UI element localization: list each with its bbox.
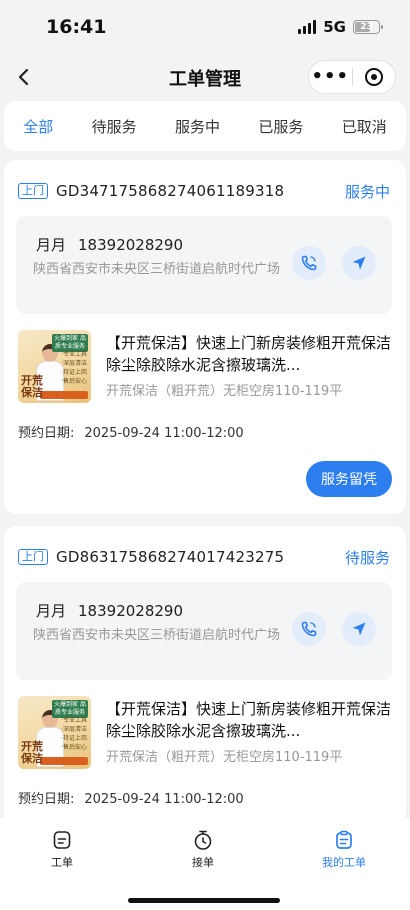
tabbar-label: 接单 (192, 856, 214, 869)
product-row[interactable]: 火爆到家 品质专业服务 ·专业工具 ·深层清洁 ·持证上岗 ·售后安心 开荒 保洁 【… (18, 330, 392, 406)
product-spec: 开荒保洁（粗开荒）无柜空房110-119平 (106, 750, 343, 765)
tab-in-service[interactable]: 服务中 (169, 116, 226, 137)
network-label: 5G (323, 18, 346, 36)
status-indicators: 5G 23 (298, 18, 383, 36)
stopwatch-icon (163, 828, 243, 852)
customer-info: 月月 18392028290 陕西省西安市未央区三桥街道启航时代广场 (16, 216, 392, 314)
tab-all[interactable]: 全部 (17, 116, 59, 137)
product-title: 【开荒保洁】快速上门新房装修粗开荒保洁除尘除胶除水泥含擦玻璃洗... (106, 334, 392, 374)
product-thumbnail: 火爆到家 品质专业服务 ·专业工具 ·深层清洁 ·持证上岗 ·售后安心 开荒 保洁 (18, 696, 91, 769)
battery-level: 23 (360, 22, 373, 32)
order-header: 上门 GD347175868274061189318 服务中 (18, 180, 390, 202)
mini-program-capsule: ••• (308, 60, 396, 94)
product-title: 【开荒保洁】快速上门新房装修粗开荒保洁除尘除胶除水泥含擦玻璃洗... (106, 700, 392, 740)
order-card[interactable]: 上门 GD863175868274017423275 待服务 月月 1839202… (4, 526, 406, 826)
home-indicator[interactable] (128, 898, 280, 903)
nav-bar: 工单管理 ••• (0, 54, 410, 100)
contact-name: 月月 (36, 602, 67, 620)
thumbnail-ribbon (40, 757, 88, 765)
tab-pending[interactable]: 待服务 (86, 116, 143, 137)
thumbnail-feature-list: ·专业工具 ·深层清洁 ·持证上岗 ·售后安心 (61, 351, 87, 385)
tab-cancelled[interactable]: 已取消 (336, 116, 393, 137)
tabbar-item-accept-orders[interactable]: 接单 (163, 828, 243, 870)
thumbnail-ribbon (40, 391, 88, 399)
order-status: 待服务 (344, 548, 390, 567)
contact-phone: 18392028290 (78, 602, 183, 620)
call-button[interactable] (292, 246, 326, 280)
order-card[interactable]: 上门 GD347175868274061189318 服务中 月月 1839202… (4, 160, 406, 514)
status-bar: 16:41 5G 23 (0, 0, 410, 54)
product-thumbnail: 火爆到家 品质专业服务 ·专业工具 ·深层清洁 ·持证上岗 ·售后安心 开荒 保洁 (18, 330, 91, 403)
navigate-button[interactable] (342, 612, 376, 646)
appointment-date: 预约日期: 2025-09-24 11:00-12:00 (18, 422, 244, 441)
order-header: 上门 GD863175868274017423275 待服务 (18, 546, 390, 568)
contact-phone: 18392028290 (78, 236, 183, 254)
navigation-arrow-icon (352, 622, 366, 636)
battery-icon: 23 (353, 20, 383, 34)
signal-icon (298, 20, 317, 34)
my-orders-icon (304, 828, 384, 852)
order-status: 服务中 (344, 182, 390, 201)
tab-served[interactable]: 已服务 (252, 116, 309, 137)
close-mini-program-button[interactable] (353, 68, 396, 86)
work-order-icon (22, 828, 102, 852)
service-address: 陕西省西安市未央区三桥街道启航时代广场 (33, 628, 281, 643)
contact-name: 月月 (36, 236, 67, 254)
more-options-button[interactable]: ••• (309, 67, 352, 87)
appointment-label: 预约日期: (18, 792, 75, 807)
tabbar-label: 工单 (51, 856, 73, 869)
tabbar-label: 我的工单 (322, 856, 366, 869)
status-time: 16:41 (46, 16, 107, 38)
status-tabs: 全部 待服务 服务中 已服务 已取消 (4, 101, 406, 151)
appointment-label: 预约日期: (18, 426, 75, 441)
order-number: GD863175868274017423275 (56, 548, 285, 566)
phone-icon (301, 621, 317, 637)
contact-line: 月月 18392028290 (36, 600, 183, 621)
tabbar-item-work-orders[interactable]: 工单 (22, 828, 102, 870)
order-number: GD347175868274061189318 (56, 182, 285, 200)
service-voucher-button[interactable]: 服务留凭 (306, 461, 392, 497)
thumbnail-title: 开荒 保洁 (21, 374, 43, 399)
service-type-badge: 上门 (18, 183, 48, 199)
thumbnail-title: 开荒 保洁 (21, 740, 43, 765)
service-address: 陕西省西安市未央区三桥街道启航时代广场 (33, 262, 281, 277)
service-type-badge: 上门 (18, 549, 48, 565)
product-spec: 开荒保洁（粗开荒）无柜空房110-119平 (106, 384, 343, 399)
tabbar-item-my-orders[interactable]: 我的工单 (304, 828, 384, 870)
contact-line: 月月 18392028290 (36, 234, 183, 255)
product-row[interactable]: 火爆到家 品质专业服务 ·专业工具 ·深层清洁 ·持证上岗 ·售后安心 开荒 保洁 【… (18, 696, 392, 772)
appointment-date: 预约日期: 2025-09-24 11:00-12:00 (18, 788, 244, 807)
target-icon (364, 68, 383, 86)
customer-info: 月月 18392028290 陕西省西安市未央区三桥街道启航时代广场 (16, 582, 392, 680)
call-button[interactable] (292, 612, 326, 646)
appointment-value: 2025-09-24 11:00-12:00 (84, 792, 244, 807)
bottom-tab-bar: 工单 接单 我的工单 (0, 818, 410, 910)
appointment-value: 2025-09-24 11:00-12:00 (84, 426, 244, 441)
navigation-arrow-icon (352, 256, 366, 270)
thumbnail-feature-list: ·专业工具 ·深层清洁 ·持证上岗 ·售后安心 (61, 717, 87, 751)
navigate-button[interactable] (342, 246, 376, 280)
phone-icon (301, 255, 317, 271)
